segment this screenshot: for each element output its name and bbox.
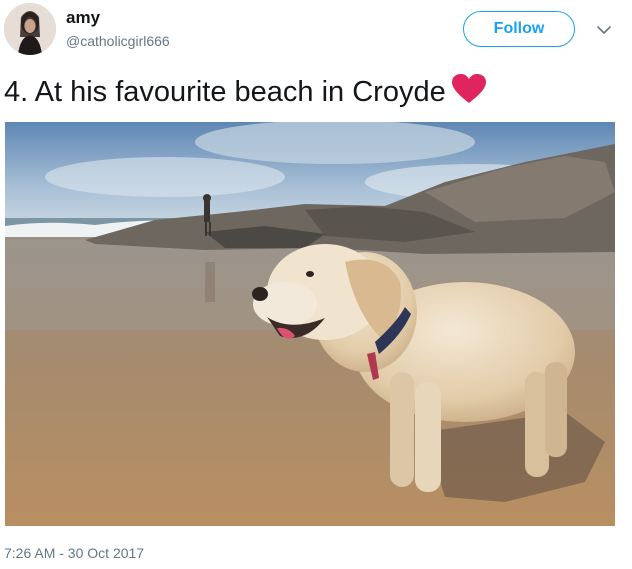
follow-button[interactable]: Follow [463,11,575,47]
beach-dog-image [5,122,615,526]
tweet-card: amy @catholicgirl666 Follow 4. At his fa… [0,0,632,569]
user-handle[interactable]: @catholicgirl666 [66,33,170,49]
red-heart-icon [451,74,486,103]
avatar[interactable] [4,3,56,55]
tweet-text: 4. At his favourite beach in Croyde [4,74,486,109]
tweet-text-content: 4. At his favourite beach in Croyde [4,76,446,108]
chevron-down-icon[interactable] [596,24,612,36]
tweet-timestamp[interactable]: 7:26 AM - 30 Oct 2017 [4,545,144,561]
display-name[interactable]: amy [66,8,100,28]
tweet-photo[interactable] [5,122,615,526]
